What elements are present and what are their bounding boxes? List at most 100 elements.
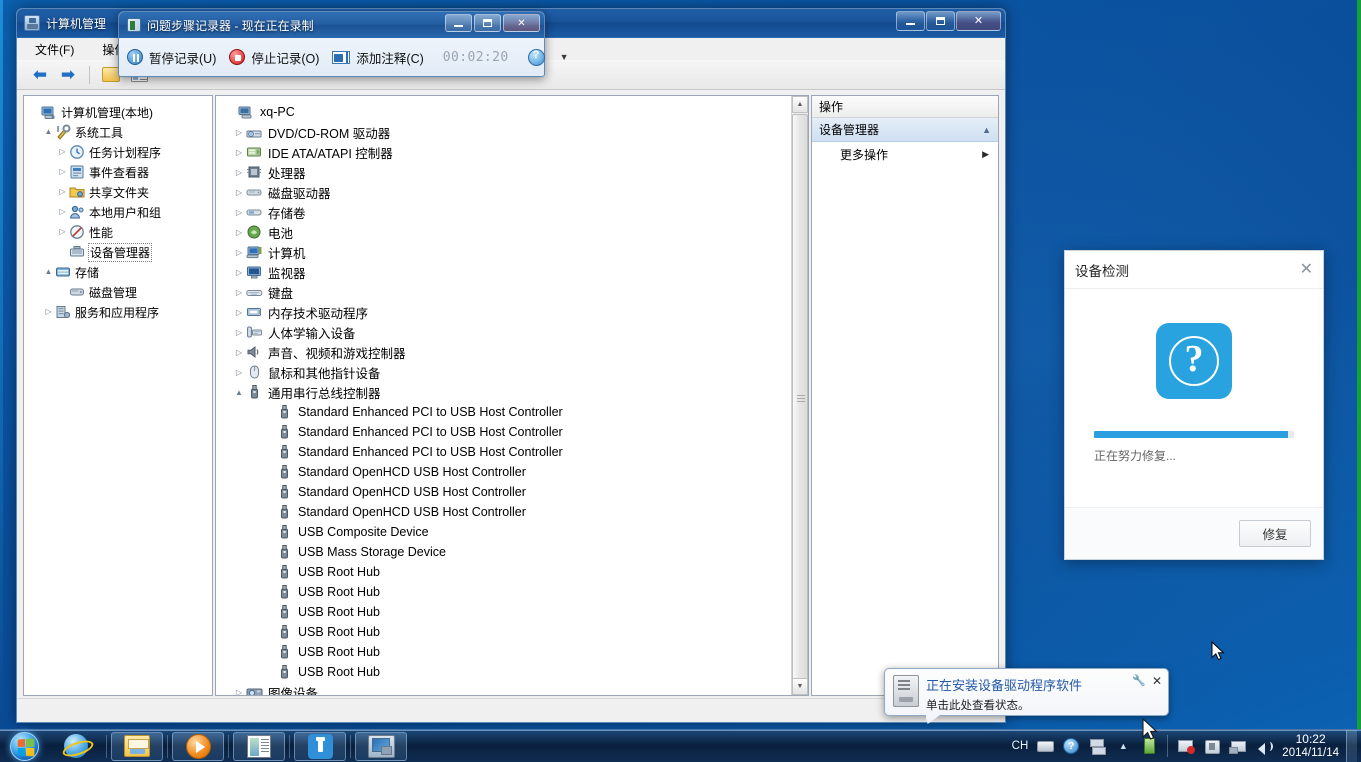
expander-icon[interactable]: ▷ xyxy=(56,228,69,236)
minimize-button[interactable] xyxy=(896,11,925,31)
expander-icon[interactable]: ▷ xyxy=(232,208,246,217)
expander-icon[interactable]: ▷ xyxy=(232,368,246,377)
taskbar-item-computer-management[interactable] xyxy=(355,732,407,761)
add-comment-button[interactable]: 添加注释(C) xyxy=(332,48,423,67)
network-icon[interactable] xyxy=(1228,736,1248,756)
balloon-close-icon[interactable]: ✕ xyxy=(1152,675,1162,687)
device-tree-node[interactable]: ▷处理器 xyxy=(222,162,791,182)
expander-icon[interactable]: ▷ xyxy=(42,308,55,316)
sidebar-item-task-scheduler[interactable]: ▷ 任务计划程序 xyxy=(28,142,210,162)
device-tree-leaf[interactable]: Standard Enhanced PCI to USB Host Contro… xyxy=(222,422,791,442)
device-tree-node[interactable]: ▷鼠标和其他指针设备 xyxy=(222,362,791,382)
expander-icon[interactable]: ▷ xyxy=(56,208,69,216)
device-tree-node[interactable]: ▷声音、视频和游戏控制器 xyxy=(222,342,791,362)
sidebar-item-device-manager[interactable]: 设备管理器 xyxy=(28,242,210,262)
scroll-up-button[interactable]: ▲ xyxy=(792,96,808,113)
device-tree-node[interactable]: ▷内存技术驱动程序 xyxy=(222,302,791,322)
device-tree-node[interactable]: ▷图像设备 xyxy=(222,682,791,695)
device-tree-node[interactable]: ▷磁盘驱动器 xyxy=(222,182,791,202)
clock[interactable]: 10:22 2014/11/14 xyxy=(1277,732,1346,760)
device-icon[interactable] xyxy=(1202,736,1222,756)
device-tree-node[interactable]: ▷电池 xyxy=(222,222,791,242)
help-icon[interactable] xyxy=(528,49,545,66)
device-tree-leaf[interactable]: USB Root Hub xyxy=(222,622,791,642)
device-tree[interactable]: xq-PC▷DVD/CD-ROM 驱动器▷IDE ATA/ATAPI 控制器▷处… xyxy=(216,96,791,695)
show-desktop-button[interactable] xyxy=(1346,730,1357,762)
expander-icon[interactable]: ▷ xyxy=(232,128,246,137)
device-tree-leaf[interactable]: USB Composite Device xyxy=(222,522,791,542)
maximize-button[interactable] xyxy=(926,11,955,31)
scrollbar-thumb[interactable] xyxy=(792,114,808,684)
expander-icon[interactable]: ▷ xyxy=(232,308,246,317)
back-button[interactable]: ⬅ xyxy=(29,64,51,86)
expander-icon[interactable]: ▷ xyxy=(232,688,246,696)
menu-file[interactable]: 文件(F) xyxy=(31,39,78,60)
psr-titlebar[interactable]: 问题步骤记录器 - 现在正在录制 ✕ xyxy=(119,12,544,38)
expander-icon[interactable]: ▷ xyxy=(56,188,69,196)
device-tree-node[interactable]: ▷存储卷 xyxy=(222,202,791,222)
volume-icon[interactable] xyxy=(1254,736,1274,756)
sidebar-item-services-applications[interactable]: ▷ 服务和应用程序 xyxy=(28,302,210,322)
stop-record-button[interactable]: 停止记录(O) xyxy=(229,48,319,67)
show-hidden-icons-button[interactable]: ▲ xyxy=(1113,736,1133,756)
expander-icon[interactable]: ▷ xyxy=(232,288,246,297)
device-tree-leaf[interactable]: Standard Enhanced PCI to USB Host Contro… xyxy=(222,442,791,462)
device-tree-leaf[interactable]: Standard OpenHCD USB Host Controller xyxy=(222,482,791,502)
expander-icon[interactable]: ▲ xyxy=(42,128,55,136)
expander-icon[interactable]: ▷ xyxy=(232,148,246,157)
pause-record-button[interactable]: 暂停记录(U) xyxy=(127,48,216,67)
device-tree-leaf[interactable]: Standard OpenHCD USB Host Controller xyxy=(222,502,791,522)
expander-icon[interactable]: ▲ xyxy=(42,268,55,276)
help-icon[interactable]: ? xyxy=(1061,736,1081,756)
sidebar-item-event-viewer[interactable]: ▷ 事件查看器 xyxy=(28,162,210,182)
device-tree-node[interactable]: ▷监视器 xyxy=(222,262,791,282)
device-tree-node[interactable]: ▷DVD/CD-ROM 驱动器 xyxy=(222,122,791,142)
ime-indicator[interactable]: CH xyxy=(1008,740,1033,752)
taskbar-item-windows-explorer[interactable] xyxy=(111,732,163,761)
device-tree-leaf[interactable]: Standard Enhanced PCI to USB Host Contro… xyxy=(222,402,791,422)
close-button[interactable]: ✕ xyxy=(956,11,1001,31)
expander-icon[interactable]: ▷ xyxy=(56,148,69,156)
device-tree-leaf[interactable]: USB Root Hub xyxy=(222,642,791,662)
sidebar-item-performance[interactable]: ▷ 性能 xyxy=(28,222,210,242)
repair-button[interactable]: 修复 xyxy=(1239,520,1311,547)
chevron-up-icon[interactable]: ▲ xyxy=(982,125,991,135)
expander-icon[interactable]: ▷ xyxy=(232,328,246,337)
expander-icon[interactable]: ▷ xyxy=(232,268,246,277)
psr-maximize-button[interactable] xyxy=(474,14,501,32)
psr-minimize-button[interactable] xyxy=(445,14,472,32)
sidebar-item-computer-management[interactable]: 计算机管理(本地) xyxy=(28,102,210,122)
device-tree-node[interactable]: ▷IDE ATA/ATAPI 控制器 xyxy=(222,142,791,162)
driver-install-balloon[interactable]: 正在安装设备驱动程序软件 单击此处查看状态。 🔧 ✕ xyxy=(884,668,1169,716)
chevron-down-icon[interactable]: ▼ xyxy=(560,52,569,62)
device-tree-node[interactable]: ▷人体学输入设备 xyxy=(222,322,791,342)
keyboard-icon[interactable] xyxy=(1035,736,1055,756)
actions-item-more-actions[interactable]: 更多操作 ▶ xyxy=(812,142,998,166)
device-tree-node[interactable]: ▲通用串行总线控制器 xyxy=(222,382,791,402)
device-tree-leaf[interactable]: USB Mass Storage Device xyxy=(222,542,791,562)
device-tree-leaf[interactable]: Standard OpenHCD USB Host Controller xyxy=(222,462,791,482)
device-tree-node[interactable]: ▷键盘 xyxy=(222,282,791,302)
device-tree-node[interactable]: xq-PC xyxy=(222,102,791,122)
device-tree-leaf[interactable]: USB Root Hub xyxy=(222,662,791,682)
expander-icon[interactable]: ▷ xyxy=(232,348,246,357)
flag-alert-icon[interactable] xyxy=(1176,736,1196,756)
actions-group-device-manager[interactable]: 设备管理器 ▲ xyxy=(812,118,998,142)
taskbar-item-internet-explorer[interactable] xyxy=(50,732,102,761)
device-tree-node[interactable]: ▷计算机 xyxy=(222,242,791,262)
sidebar-item-system-tools[interactable]: ▲ 系统工具 xyxy=(28,122,210,142)
expander-icon[interactable]: ▷ xyxy=(232,228,246,237)
wrench-icon[interactable]: 🔧 xyxy=(1132,674,1146,687)
start-button[interactable] xyxy=(1,731,47,762)
device-tree-scrollbar[interactable]: ▲ ▼ xyxy=(791,96,808,695)
expander-icon[interactable]: ▷ xyxy=(56,168,69,176)
scroll-down-button[interactable]: ▼ xyxy=(792,678,808,695)
expander-icon[interactable]: ▷ xyxy=(232,248,246,257)
expander-icon[interactable]: ▷ xyxy=(232,168,246,177)
sidebar-item-disk-management[interactable]: 磁盘管理 xyxy=(28,282,210,302)
battery-icon[interactable] xyxy=(1139,736,1159,756)
device-tree-leaf[interactable]: USB Root Hub xyxy=(222,582,791,602)
sidebar-item-shared-folders[interactable]: ▷ 共享文件夹 xyxy=(28,182,210,202)
forward-button[interactable]: ➡ xyxy=(57,64,79,86)
taskbar-item-usb-tool[interactable] xyxy=(294,732,346,761)
